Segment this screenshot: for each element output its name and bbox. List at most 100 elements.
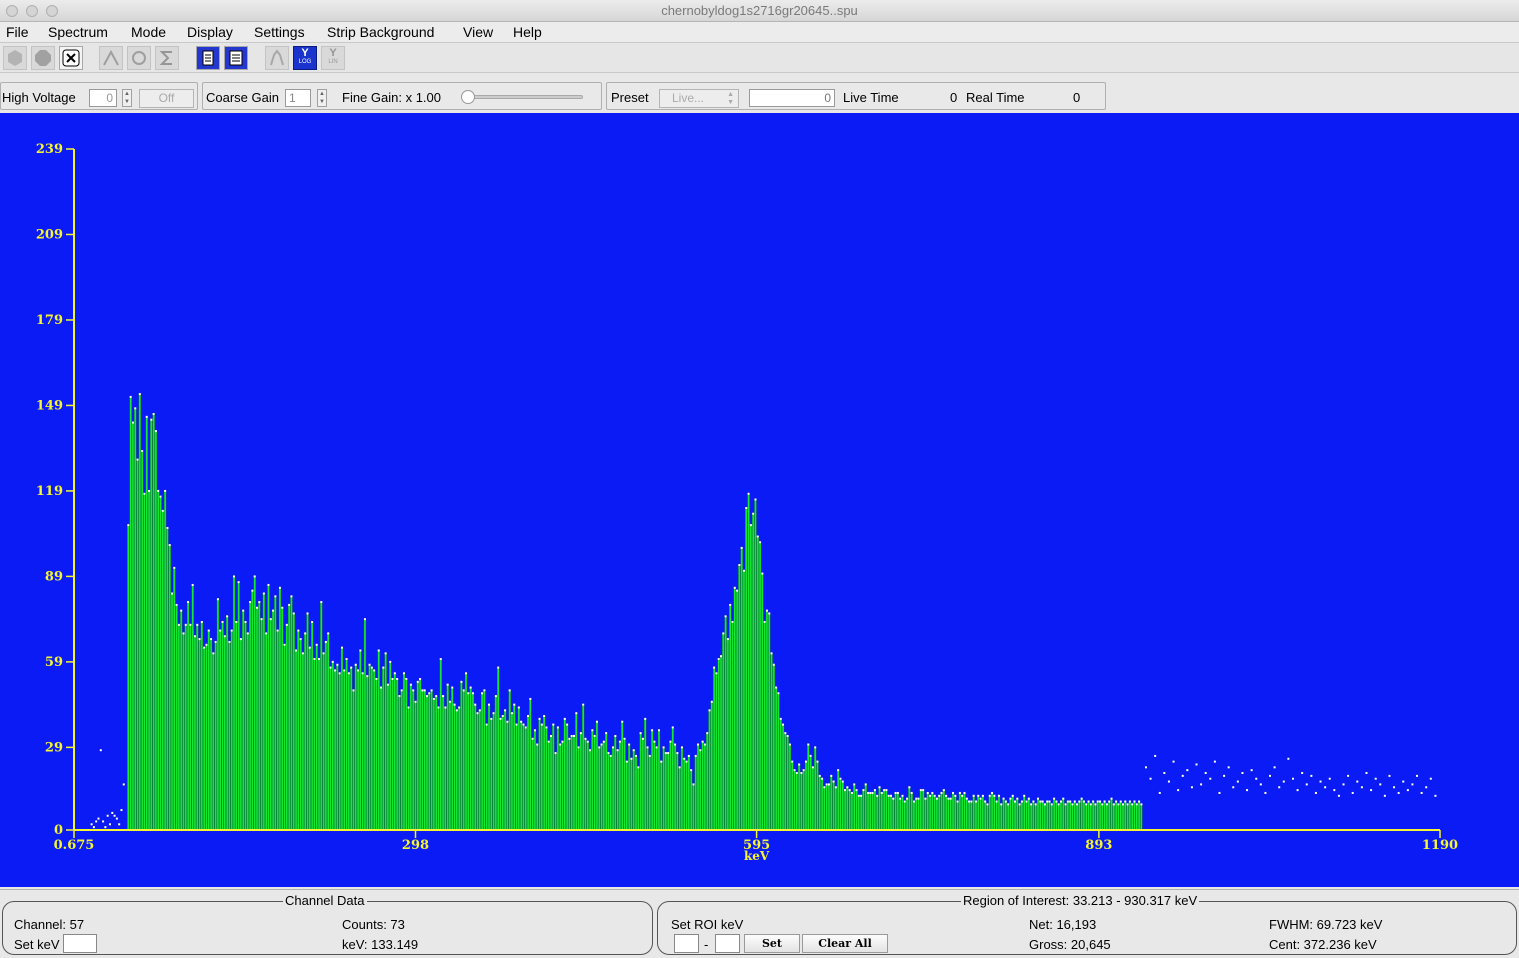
spectrum-point: [775, 686, 778, 689]
menu-help[interactable]: Help: [513, 24, 542, 40]
spectrum-bar: [761, 573, 764, 831]
centroid-readout: Cent: 372.236 keV: [1269, 937, 1377, 952]
spectrum-point: [586, 740, 589, 743]
clear-all-button[interactable]: Clear All: [802, 934, 888, 953]
y-linear-button[interactable]: Y LIN: [321, 46, 345, 70]
menu-view[interactable]: View: [463, 24, 493, 40]
spectrum-point: [1020, 800, 1023, 803]
spectrum-bar: [483, 690, 486, 831]
spectrum-bar: [308, 647, 311, 831]
spectrum-bar: [1098, 801, 1102, 831]
spectrum-bar: [988, 795, 991, 831]
spectrum-point: [1324, 786, 1327, 789]
spectrum-point: [1000, 803, 1003, 806]
spectrum-point: [382, 666, 385, 669]
spectrum-bar: [418, 678, 422, 831]
spectrum-point: [111, 811, 114, 814]
coarse-gain-stepper[interactable]: ▲ ▼: [317, 89, 327, 107]
spectrum-bar: [818, 775, 821, 831]
roi-button[interactable]: [127, 46, 151, 70]
compare-document-button[interactable]: [224, 46, 248, 70]
spectrum-bar: [1041, 801, 1044, 831]
spectrum-point: [1092, 800, 1095, 803]
spectrum-bar: [1082, 801, 1086, 831]
high-voltage-field[interactable]: 0: [89, 89, 117, 107]
spectrum-bar: [460, 681, 463, 831]
y-log-button[interactable]: Y LOG: [293, 46, 317, 70]
window-title: chernobyldog1s2716gr20645..spu: [661, 3, 858, 18]
spectrum-point: [1241, 772, 1244, 775]
menu-strip-background[interactable]: Strip Background: [327, 24, 434, 40]
spectrum-point: [161, 509, 164, 512]
menu-display[interactable]: Display: [187, 24, 233, 40]
spectrum-point: [283, 643, 286, 646]
spectrum-point: [281, 606, 284, 609]
overlay-button[interactable]: [265, 46, 289, 70]
stop-acquisition-button[interactable]: [31, 46, 55, 70]
kev-readout: keV: 133.149: [342, 937, 419, 952]
spectrum-bar: [159, 496, 162, 831]
spectrum-point: [359, 649, 362, 652]
spectrum-bar: [524, 727, 527, 831]
open-document-button[interactable]: [196, 46, 220, 70]
spectrum-point: [662, 746, 665, 749]
spectrum-bar: [186, 601, 190, 831]
spectrum-bar: [621, 721, 624, 831]
spectrum-point: [251, 589, 254, 592]
spectrum-plot[interactable]: 0 29 59 89 119 149 179 209 239 0.675 298 595 893 1190…: [0, 113, 1519, 887]
spectrum-point: [531, 737, 534, 740]
preset-value-field[interactable]: 0: [749, 89, 835, 107]
spectrum-point: [740, 546, 743, 549]
menu-mode[interactable]: Mode: [131, 24, 166, 40]
roi-end-input[interactable]: [715, 934, 740, 953]
spectrum-point: [1370, 789, 1373, 792]
spectrum-point: [878, 786, 881, 789]
spectrum-bar: [747, 493, 750, 831]
spectrum-bar: [503, 710, 507, 831]
spectrum-point: [582, 703, 585, 706]
menu-settings[interactable]: Settings: [254, 24, 305, 40]
spectrum-point: [299, 638, 302, 641]
y-tick-label: 119: [36, 484, 63, 499]
spectrum-point: [249, 601, 252, 604]
spectrum-bar: [379, 687, 383, 831]
start-acquisition-button[interactable]: [3, 46, 27, 70]
x-axis-label: keV: [744, 849, 770, 863]
spectrum-bar: [1018, 804, 1021, 831]
spectrum-point: [363, 618, 366, 621]
y-tick-label: 179: [36, 313, 63, 328]
set-roi-button[interactable]: Set: [744, 934, 800, 953]
clear-spectrum-button[interactable]: [59, 46, 83, 70]
menu-spectrum[interactable]: Spectrum: [48, 24, 108, 40]
spectrum-point: [867, 791, 870, 794]
roi-start-input[interactable]: [674, 934, 699, 953]
spectrum-point: [825, 783, 828, 786]
spectrum-bar: [1048, 801, 1051, 831]
spectrum-point: [570, 734, 573, 737]
spectrum-chart[interactable]: 02959891191491792092390.675 298 595 893 1190…: [0, 113, 1519, 887]
spectrum-bar: [696, 744, 700, 831]
spectrum-point: [1133, 800, 1136, 803]
spectrum-bar: [853, 784, 856, 831]
sum-button[interactable]: [155, 46, 179, 70]
preset-mode-select[interactable]: Live... ▲ ▼: [659, 89, 739, 108]
spectrum-point: [1039, 800, 1042, 803]
fine-gain-slider-thumb[interactable]: [461, 90, 475, 104]
spectrum-bar: [882, 789, 886, 831]
spectrum-point: [1337, 794, 1340, 797]
spectrum-point: [187, 601, 190, 604]
fine-gain-slider-track: [461, 95, 583, 99]
spectrum-bar: [915, 798, 918, 831]
set-kev-input[interactable]: [63, 934, 97, 953]
spectrum-point: [798, 763, 801, 766]
spectrum-point: [876, 794, 879, 797]
spectrum-bar: [501, 715, 504, 831]
off-button[interactable]: Off: [139, 89, 194, 108]
spectrum-point: [1018, 803, 1021, 806]
spectrum-point: [223, 635, 226, 638]
high-voltage-stepper[interactable]: ▲ ▼: [122, 89, 132, 107]
peak-button[interactable]: [99, 46, 123, 70]
coarse-gain-field[interactable]: 1: [285, 89, 311, 107]
menu-file[interactable]: File: [6, 24, 29, 40]
spectrum-point: [221, 620, 224, 623]
